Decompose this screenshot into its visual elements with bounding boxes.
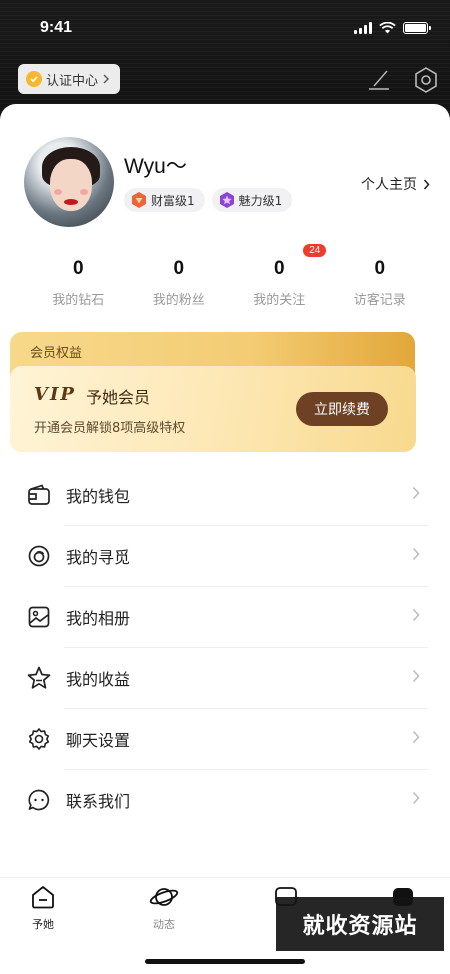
planet-icon <box>149 888 179 906</box>
certification-center-button[interactable]: 认证中心 <box>18 64 121 94</box>
menu-item-explore[interactable]: 我的寻觅 <box>0 525 450 586</box>
home-icon <box>32 886 54 909</box>
stat-following[interactable]: 24 0 我的关注 <box>229 244 330 308</box>
chevron-right-icon <box>103 74 110 84</box>
menu-label: 我的收益 <box>66 669 131 689</box>
vip-description: 开通会员解锁8项高级特权 <box>34 421 186 436</box>
stats-row: 0 我的钻石 0 我的粉丝 24 0 我的关注 0 访客记录 <box>0 244 450 308</box>
renew-button[interactable]: 立即续费 <box>296 392 388 426</box>
personal-homepage-label: 个人主页 <box>361 177 417 193</box>
star-icon <box>26 665 52 691</box>
menu-label: 我的钱包 <box>66 486 131 506</box>
wealth-level-badge[interactable]: 财富级1 <box>124 188 205 212</box>
chevron-right-icon <box>423 179 430 189</box>
stat-label: 我的关注 <box>253 293 306 308</box>
menu-item-chat-settings[interactable]: 聊天设置 <box>0 708 450 769</box>
menu-label: 联系我们 <box>66 791 131 811</box>
vip-card[interactable]: VIP 予她会员 开通会员解锁8项高级特权 立即续费 <box>10 366 416 452</box>
vip-logo: VIP <box>34 384 76 405</box>
chevron-right-icon <box>412 730 420 744</box>
verified-icon <box>26 71 42 87</box>
chevron-right-icon <box>412 547 420 561</box>
tab-label: 予她 <box>32 918 54 931</box>
stat-value: 0 <box>173 258 185 279</box>
gear-icon <box>26 726 52 752</box>
cellular-signal-icon <box>354 22 372 34</box>
menu-item-contact-us[interactable]: 联系我们 <box>0 769 450 830</box>
chevron-right-icon <box>412 669 420 683</box>
status-bar: 9:41 <box>0 0 450 56</box>
avatar[interactable] <box>24 137 114 227</box>
stat-diamonds[interactable]: 0 我的钻石 <box>28 258 129 308</box>
settings-hexagon-icon[interactable] <box>413 66 439 94</box>
stat-label: 我的钻石 <box>52 293 105 308</box>
chat-bubble-icon <box>26 787 52 813</box>
status-icons <box>354 22 431 34</box>
chevron-right-icon <box>412 486 420 500</box>
menu-label: 聊天设置 <box>66 730 131 750</box>
notification-badge: 24 <box>303 244 327 257</box>
stat-value: 0 <box>273 258 285 279</box>
stat-label: 访客记录 <box>353 293 406 308</box>
charm-level-icon <box>219 192 234 208</box>
wallet-icon <box>26 482 52 508</box>
membership-benefits-title: 会员权益 <box>30 346 83 361</box>
tab-label: 动态 <box>153 918 175 931</box>
charm-level-label: 魅力级1 <box>238 193 283 208</box>
menu-item-album[interactable]: 我的相册 <box>0 586 450 647</box>
vip-name: 予她会员 <box>86 388 151 407</box>
chevron-right-icon <box>412 791 420 805</box>
status-time: 9:41 <box>40 19 73 36</box>
stat-label: 我的粉丝 <box>152 293 205 308</box>
certification-center-label: 认证中心 <box>46 73 99 89</box>
profile-panel: Wyu～ 财富级1 魅力级1 个人主页 0 我的钻石 0 我的粉丝 24 0 我… <box>0 104 450 974</box>
battery-icon <box>403 22 431 34</box>
menu-label: 我的寻觅 <box>66 547 131 567</box>
tab-moments[interactable]: 动态 <box>134 884 194 932</box>
explore-icon <box>26 543 52 569</box>
home-indicator <box>145 959 305 964</box>
menu-item-wallet[interactable]: 我的钱包 <box>0 464 450 525</box>
charm-level-badge[interactable]: 魅力级1 <box>211 188 293 212</box>
wealth-level-label: 财富级1 <box>151 193 195 208</box>
menu-label: 我的相册 <box>66 608 131 628</box>
menu-list: 我的钱包 我的寻觅 我的相册 我的收益 聊天设置 联系我们 <box>0 464 450 830</box>
wealth-level-icon <box>132 192 146 208</box>
menu-item-earnings[interactable]: 我的收益 <box>0 647 450 708</box>
album-icon <box>26 604 52 630</box>
stat-value: 0 <box>72 258 84 279</box>
stat-fans[interactable]: 0 我的粉丝 <box>129 258 230 308</box>
stat-visitors[interactable]: 0 访客记录 <box>330 258 431 308</box>
personal-homepage-link[interactable]: 个人主页 <box>361 174 430 194</box>
tab-home[interactable]: 予她 <box>13 884 73 932</box>
chevron-right-icon <box>412 608 420 622</box>
watermark: 就收资源站 <box>276 897 444 951</box>
level-badges: 财富级1 魅力级1 <box>124 188 293 212</box>
wifi-icon <box>379 22 396 34</box>
pen-icon[interactable] <box>366 66 392 92</box>
username: Wyu～ <box>124 155 187 178</box>
stat-value: 0 <box>374 258 386 279</box>
